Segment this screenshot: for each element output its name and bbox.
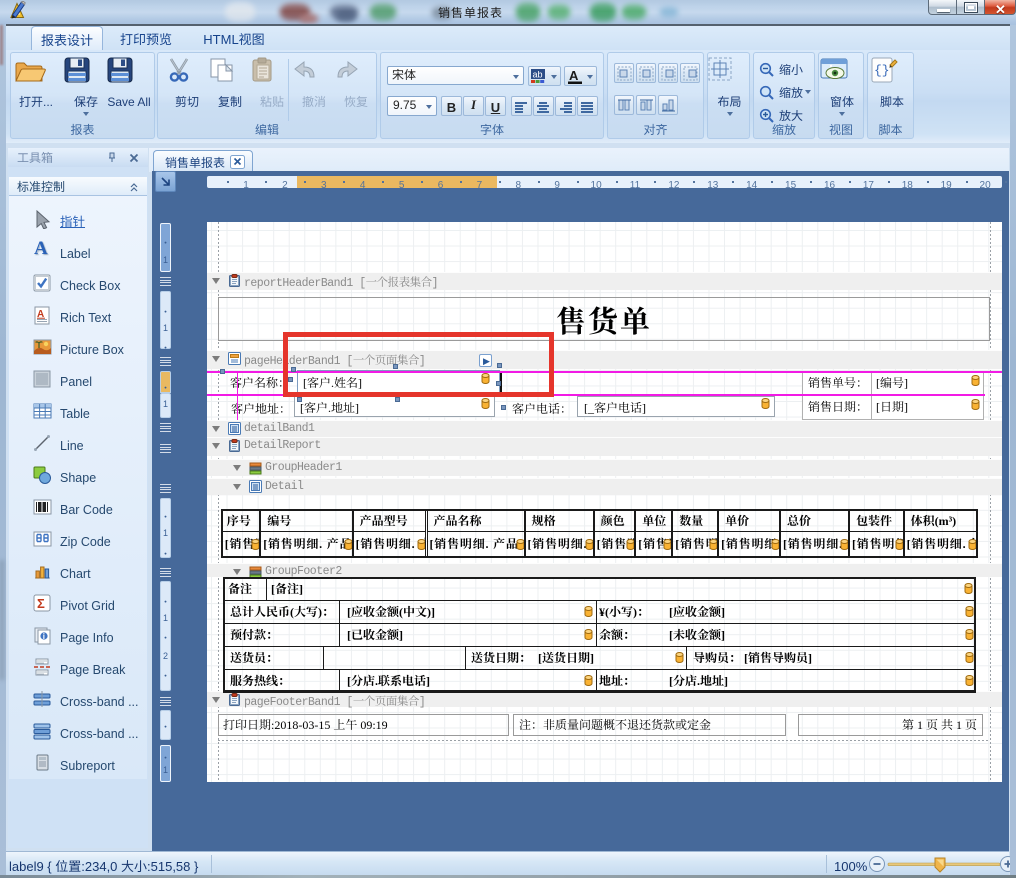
svg-text:ab: ab [533,69,543,81]
